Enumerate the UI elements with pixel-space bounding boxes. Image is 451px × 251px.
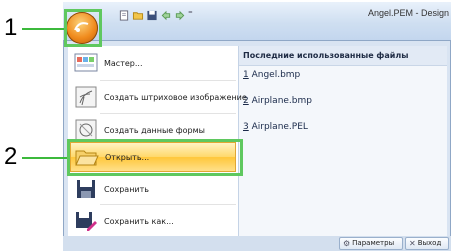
callout-highlight-1 (64, 9, 102, 47)
exit-label: Выход (417, 239, 442, 247)
menu-item-wizard[interactable]: Мастер... (70, 46, 236, 80)
menu-item-save[interactable]: Сохранить (70, 172, 236, 206)
recent-file-name: Airplane.PEL (251, 122, 308, 132)
recent-file-item[interactable]: 3 Airplane.PEL (243, 122, 308, 132)
recent-files-heading: Последние использованные файлы (239, 46, 447, 66)
window-title: Angel.PEM - Design (367, 8, 449, 18)
save-as-icon (74, 209, 98, 233)
recent-file-number: 3 (243, 122, 249, 132)
menu-item-label: Создать штриховое изображение (104, 92, 247, 102)
open-folder-icon[interactable] (132, 10, 144, 21)
callout-line-1 (22, 28, 66, 30)
exit-button[interactable]: ✕ Выход (405, 237, 449, 250)
recent-file-name: Airplane.bmp (251, 96, 312, 106)
customize-dropdown-icon[interactable]: ⁼ (188, 10, 196, 21)
callout-number-2: 2 (4, 143, 18, 170)
callout-number-1: 1 (4, 14, 18, 41)
menu-item-label: Создать данные формы (104, 125, 205, 135)
line-image-icon (74, 85, 98, 109)
menu-item-create-line-image[interactable]: Создать штриховое изображение (70, 80, 247, 114)
options-label: Параметры (352, 239, 395, 247)
recent-file-item[interactable]: 2 Airplane.bmp (243, 96, 312, 106)
recent-file-number: 1 (243, 70, 249, 80)
callout-highlight-2 (67, 139, 243, 176)
recent-file-name: Angel.bmp (251, 70, 301, 80)
save-icon (74, 177, 98, 201)
menu-item-save-as[interactable]: Сохранить как... (70, 204, 236, 238)
menu-item-label: Сохранить (104, 184, 149, 194)
new-icon[interactable] (118, 9, 130, 21)
options-button[interactable]: ⚙ Параметры (339, 237, 403, 250)
quick-access-toolbar: ⁼ (118, 8, 196, 22)
recent-file-item[interactable]: 1 Angel.bmp (243, 70, 300, 80)
recent-file-number: 2 (243, 96, 249, 106)
wizard-icon (74, 51, 98, 75)
gear-icon: ⚙ (343, 239, 351, 248)
callout-line-2 (22, 157, 68, 159)
close-icon: ✕ (409, 239, 416, 248)
menu-item-label: Сохранить как... (104, 216, 174, 226)
menu-item-label: Мастер... (104, 58, 143, 68)
save-icon[interactable] (146, 10, 158, 21)
undo-icon[interactable] (160, 10, 172, 21)
redo-icon[interactable] (174, 10, 186, 21)
